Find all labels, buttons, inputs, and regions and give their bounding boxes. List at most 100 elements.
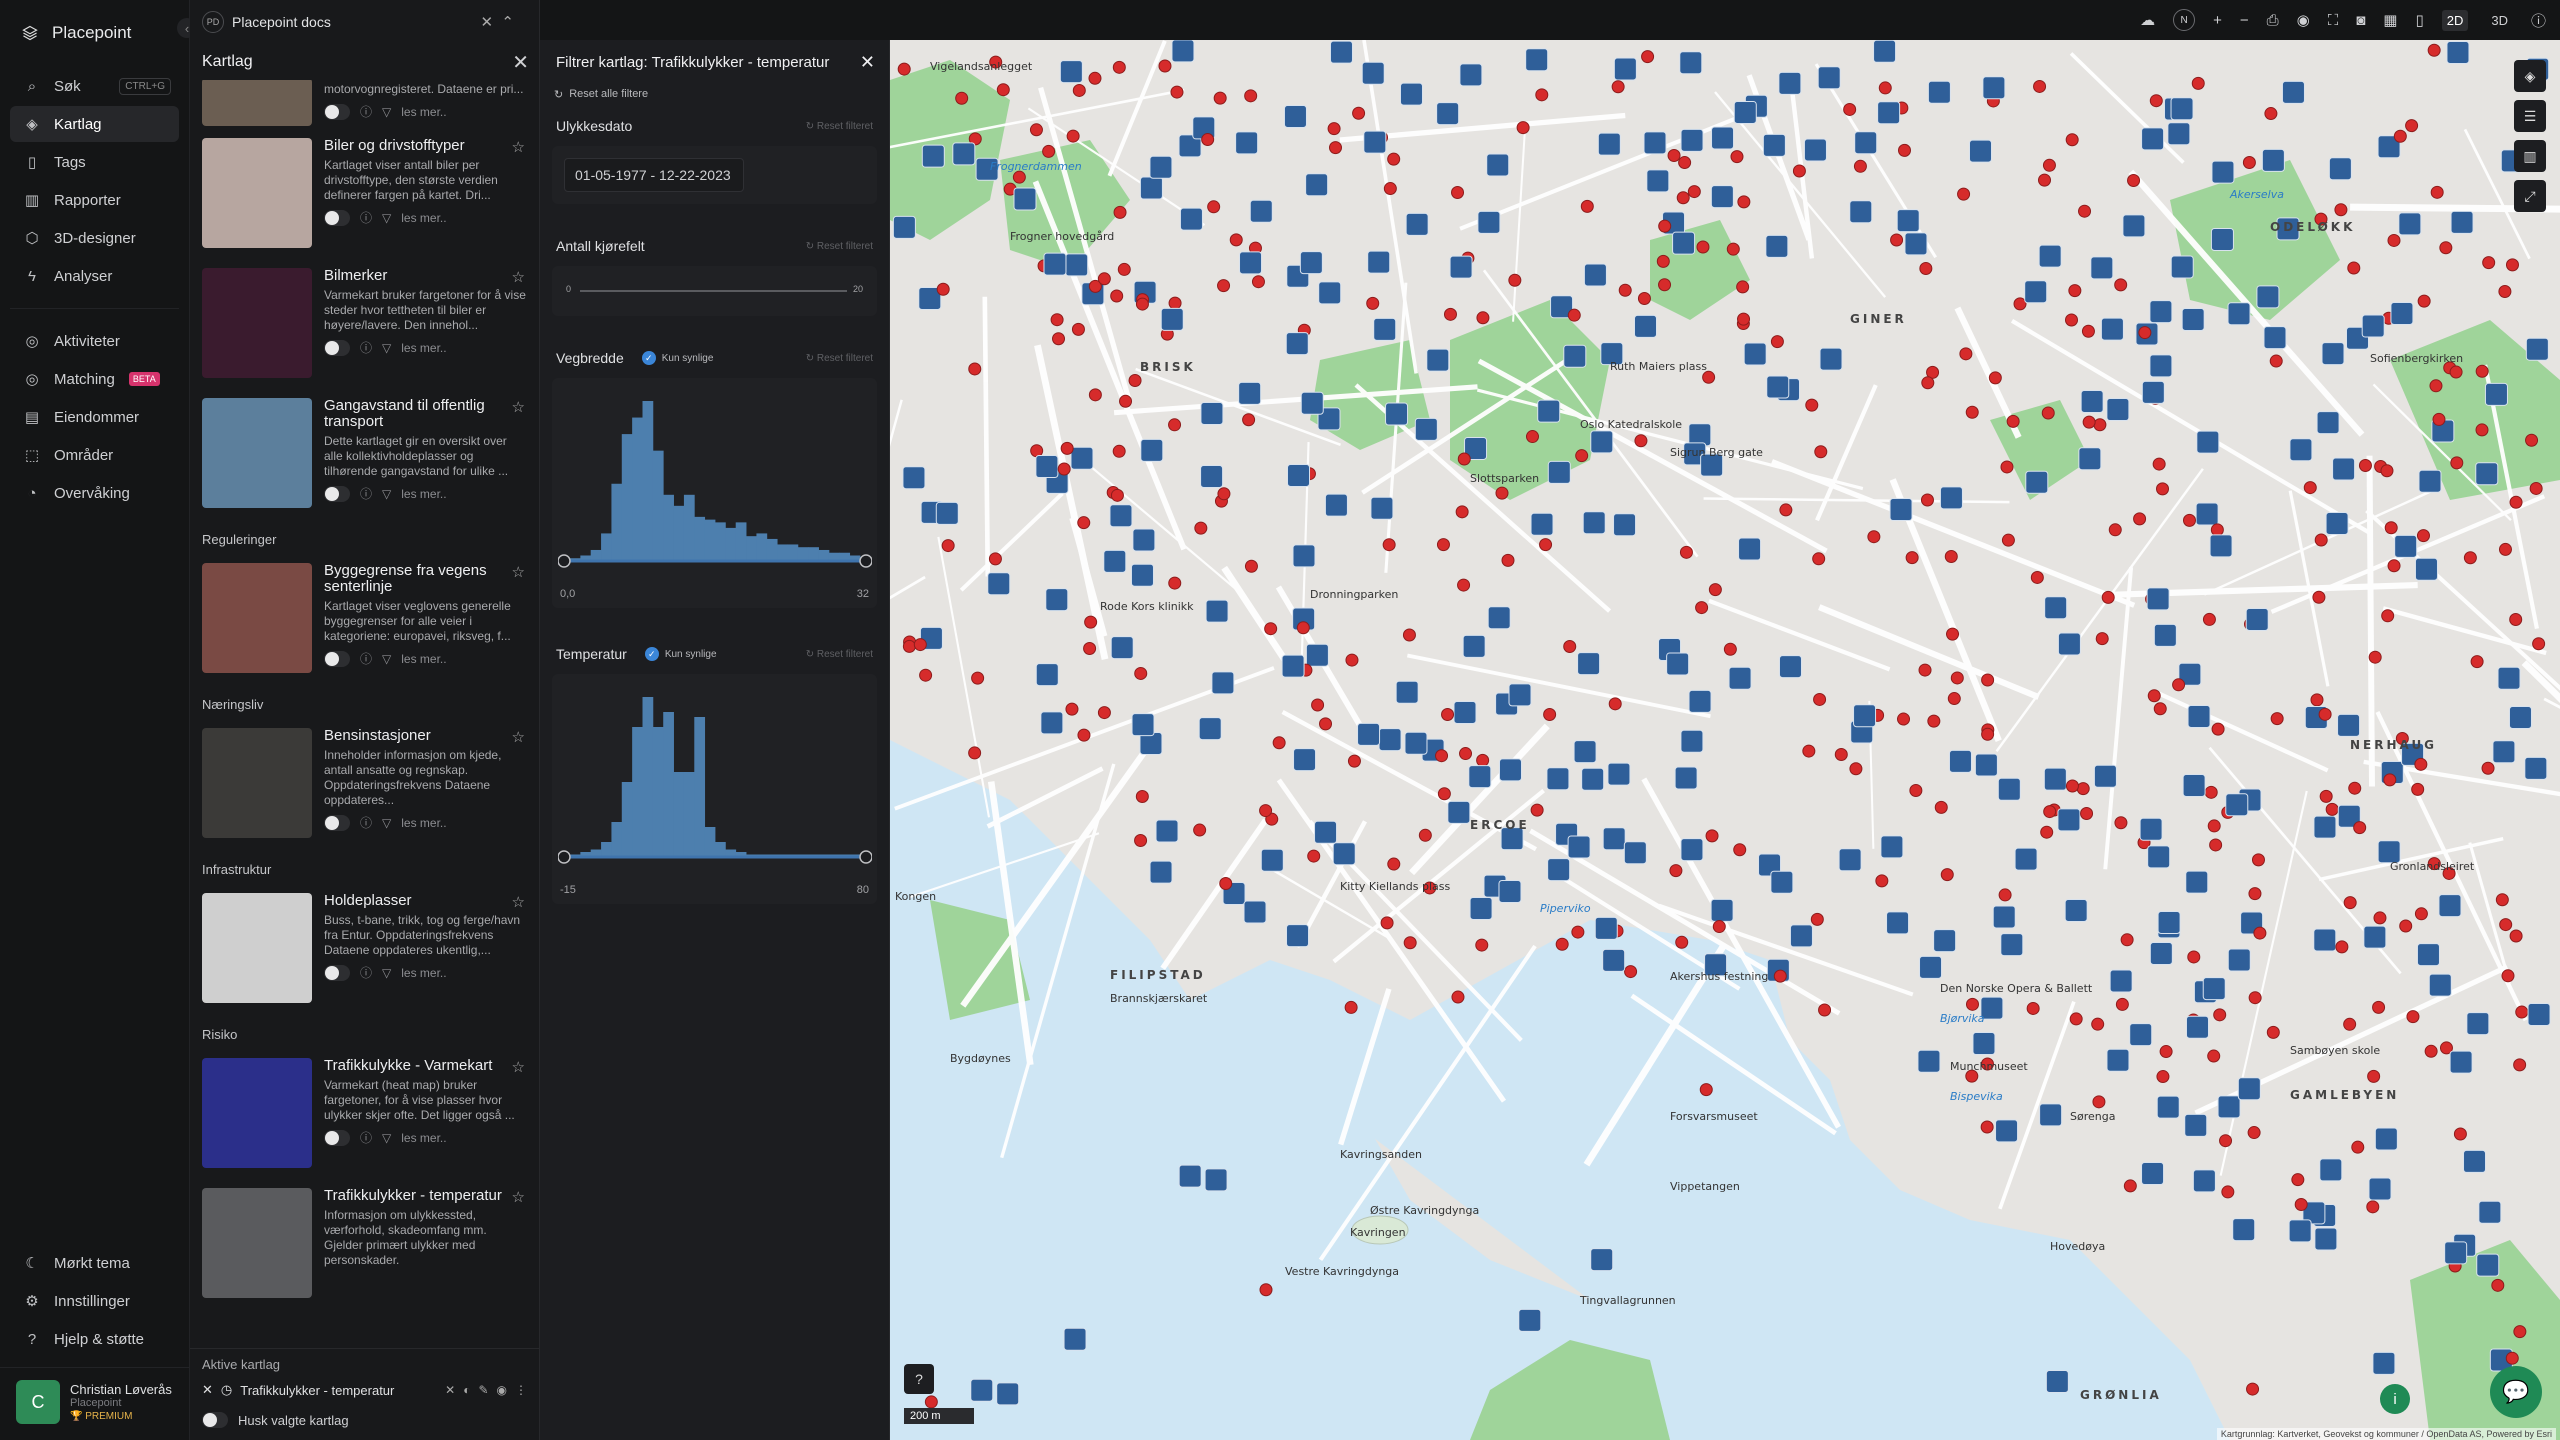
nav-item-analyser[interactable]: ϟ Analyser [10,258,179,294]
accident-marker[interactable] [1200,465,1224,489]
accident-point[interactable] [2319,789,2333,803]
accident-marker[interactable] [1385,402,1409,426]
bookmark-icon[interactable]: ▯ [2415,11,2423,29]
accident-point[interactable] [2030,570,2044,584]
accident-point[interactable] [2065,779,2079,793]
read-more-link[interactable]: les mer.. [401,487,446,501]
accident-marker[interactable] [2390,302,2414,325]
accident-point[interactable] [913,638,927,652]
accident-marker[interactable] [902,466,926,490]
accident-marker[interactable] [2466,1012,2490,1036]
accident-marker[interactable] [2444,1241,2468,1265]
accident-point[interactable] [2325,802,2339,816]
accident-marker[interactable] [2210,227,2234,251]
accident-point[interactable] [936,282,950,296]
camera-icon[interactable]: ◙ [2356,12,2365,29]
accident-marker[interactable] [1803,138,1827,162]
accident-point[interactable] [2207,819,2221,833]
accident-point[interactable] [1810,912,1824,926]
accident-point[interactable] [2384,521,2398,535]
accident-point[interactable] [1110,289,1124,303]
accident-marker[interactable] [1249,199,1273,223]
accident-marker[interactable] [1518,1308,1542,1332]
accident-point[interactable] [2081,324,2095,338]
accident-point[interactable] [2108,523,2122,537]
accident-marker[interactable] [2394,534,2418,558]
accident-point[interactable] [2509,495,2523,509]
accident-point[interactable] [1352,106,1366,120]
accident-point[interactable] [1110,488,1124,502]
accident-marker[interactable] [1594,916,1618,940]
accident-point[interactable] [2475,423,2489,437]
accident-marker[interactable] [1363,130,1387,154]
accident-marker[interactable] [2321,342,2345,366]
accident-marker[interactable] [1982,76,2006,100]
accident-marker[interactable] [2157,910,2181,934]
accident-point[interactable] [1802,744,1816,758]
accident-point[interactable] [2405,119,2419,133]
nav-item-innstillinger[interactable]: ⚙ Innstillinger [10,1283,179,1319]
accident-point[interactable] [1779,503,1793,517]
accident-point[interactable] [1890,233,1904,247]
accident-point[interactable] [2429,379,2443,393]
accident-marker[interactable] [2316,411,2340,435]
accident-point[interactable] [924,1395,938,1409]
accident-point[interactable] [1818,1003,1832,1017]
accident-marker[interactable] [1040,711,1064,735]
accident-marker[interactable] [1292,544,1316,568]
accident-marker[interactable] [1200,401,1224,425]
accident-marker[interactable] [1939,486,1963,510]
favorite-star-icon[interactable]: ☆ [512,1058,525,1076]
accident-point[interactable] [1077,516,1091,530]
remove-layer-icon[interactable]: ✕ [202,1382,213,1398]
accident-marker[interactable] [1623,841,1647,865]
accident-marker[interactable] [1643,131,1667,155]
accident-point[interactable] [1712,920,1726,934]
accident-marker[interactable] [1904,232,1928,256]
accident-marker[interactable] [2044,596,2068,620]
reset-filter-button[interactable]: ↻ Reset filteret [806,121,873,132]
filter-icon[interactable]: ▽ [382,487,391,501]
print-icon[interactable]: ⎙ [2267,12,2279,29]
slider-track[interactable] [580,290,847,292]
accident-marker[interactable] [952,142,976,166]
accident-marker[interactable] [1546,767,1570,791]
accident-marker[interactable] [1131,713,1155,737]
accident-marker[interactable] [2414,557,2438,581]
accident-marker[interactable] [1537,399,1561,423]
info-icon[interactable]: ⓘ [360,1129,372,1146]
map-canvas[interactable] [890,40,2560,1440]
accident-marker[interactable] [1567,835,1591,859]
accident-marker[interactable] [1179,207,1203,231]
accident-point[interactable] [1344,1000,1358,1014]
accident-marker[interactable] [2078,447,2102,471]
accident-marker[interactable] [1329,40,1353,64]
accident-marker[interactable] [1948,749,1972,773]
accident-marker[interactable] [1239,251,1263,275]
accident-marker[interactable] [2319,1158,2343,1182]
layer-card[interactable]: Bilmerker Varmekart bruker fargetoner fo… [190,260,539,390]
accident-point[interactable] [2312,590,2326,604]
accident-marker[interactable] [1130,563,1154,587]
accident-marker[interactable] [1447,800,1471,824]
accident-point[interactable] [1813,692,1827,706]
reset-filter-button[interactable]: ↻ Reset filteret [806,649,873,660]
accident-point[interactable] [1097,706,1111,720]
accident-marker[interactable] [2463,1149,2487,1173]
favorite-star-icon[interactable]: ☆ [512,563,525,581]
accident-point[interactable] [2513,1325,2527,1339]
accident-point[interactable] [1508,273,1522,287]
accident-point[interactable] [2123,1179,2137,1193]
layer-card[interactable]: Bensinstasjoner Inneholder informasjon o… [190,720,539,850]
accident-marker[interactable] [1889,498,1913,522]
accident-point[interactable] [1072,83,1086,97]
accident-marker[interactable] [1613,513,1637,537]
accident-point[interactable] [2266,1025,2280,1039]
zoom-in-icon[interactable]: + [2213,12,2222,29]
accident-marker[interactable] [1733,100,1757,124]
accident-point[interactable] [2416,529,2430,543]
layer-card[interactable]: Byggegrense fra vegens senterlinje Kartl… [190,555,539,685]
accident-marker[interactable] [1666,652,1690,676]
accident-marker[interactable] [2153,623,2177,647]
accident-point[interactable] [1042,144,1056,158]
